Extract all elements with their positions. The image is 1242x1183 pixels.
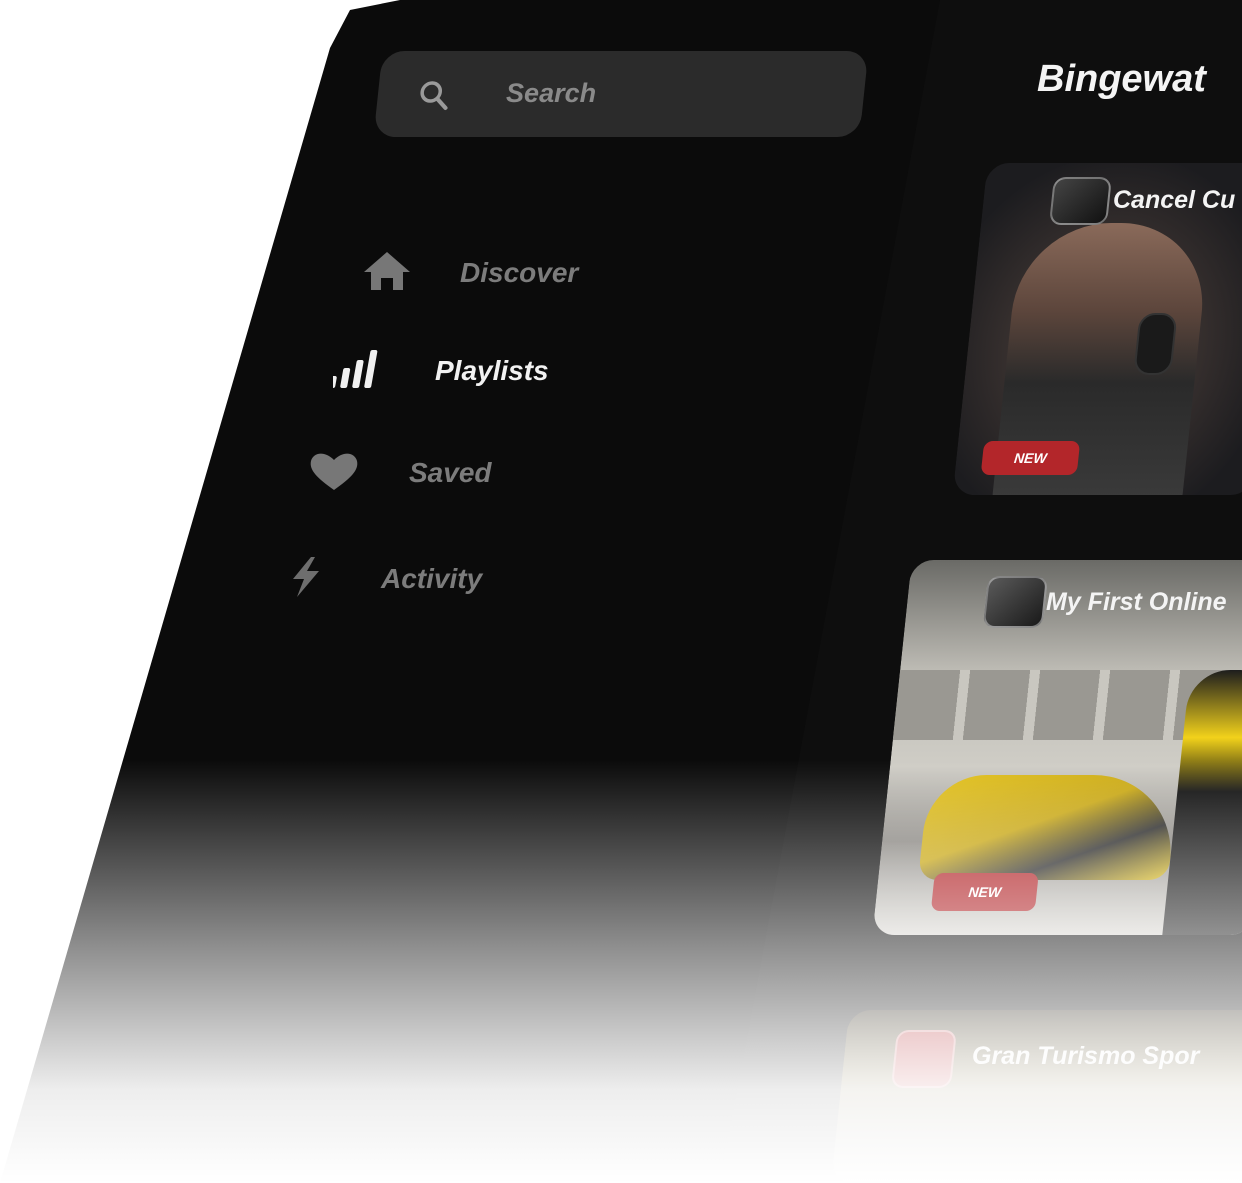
channel-avatar bbox=[1048, 177, 1112, 225]
search-icon bbox=[416, 79, 454, 117]
video-card[interactable] bbox=[830, 1010, 1242, 1183]
video-thumbnail bbox=[830, 1010, 1242, 1183]
channel-avatar bbox=[890, 1030, 957, 1088]
nav-label-saved: Saved bbox=[409, 457, 492, 488]
page-title: Bingewat bbox=[1037, 58, 1206, 100]
nav-item-playlists[interactable]: Playlists bbox=[328, 348, 549, 394]
nav-item-activity[interactable]: Activity bbox=[285, 555, 482, 603]
channel-avatar bbox=[982, 576, 1049, 628]
card-title: Cancel Cu bbox=[1113, 186, 1236, 214]
home-icon bbox=[362, 250, 460, 296]
search-placeholder: Search bbox=[506, 78, 597, 108]
nav-label-discover: Discover bbox=[460, 257, 579, 288]
race-car bbox=[918, 775, 1180, 880]
heart-icon bbox=[307, 450, 409, 496]
card-title: Gran Turismo Spor bbox=[972, 1042, 1200, 1070]
nav-item-saved[interactable]: Saved bbox=[307, 450, 492, 496]
search-bar[interactable]: Search bbox=[373, 51, 869, 137]
new-badge: NEW bbox=[980, 441, 1081, 475]
new-badge: NEW bbox=[930, 873, 1039, 911]
bars-icon bbox=[328, 348, 435, 394]
bolt-icon bbox=[285, 555, 381, 603]
card-title: My First Online bbox=[1046, 588, 1227, 616]
nav-label-activity: Activity bbox=[381, 563, 483, 594]
nav-label-playlists: Playlists bbox=[435, 355, 549, 386]
nav-item-discover[interactable]: Discover bbox=[362, 250, 578, 296]
